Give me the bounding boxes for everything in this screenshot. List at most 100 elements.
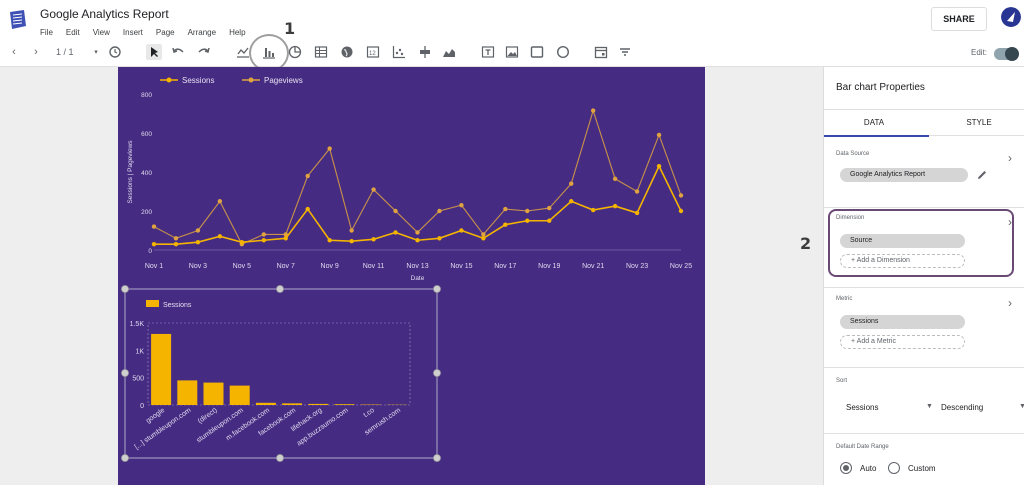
metric-chevron-icon[interactable]: › [1008, 296, 1012, 310]
data-studio-logo-icon[interactable] [8, 9, 28, 31]
y-tick-label: 0 [148, 248, 152, 255]
undo-icon[interactable] [170, 44, 186, 60]
time-series-chart[interactable]: Sessions Pageviews 0 200 400 600 800 Sessions |… [118, 67, 705, 292]
y-tick-label: 0 [140, 403, 144, 410]
date-custom-radio[interactable] [888, 462, 900, 474]
app-header: Google Analytics Report File Edit View I… [0, 0, 1024, 40]
data-point-pageviews [612, 176, 618, 182]
data-point-pageviews [305, 173, 310, 179]
profile-avatar[interactable] [1001, 7, 1021, 27]
bar-chart[interactable]: Sessions05001K1.5Kgoogle[...] stumbleupo… [118, 285, 458, 475]
menu-help[interactable]: Help [229, 28, 245, 37]
data-point-pageviews [151, 224, 157, 229]
redo-icon[interactable] [196, 44, 212, 60]
edit-pencil-icon[interactable] [976, 169, 988, 181]
menu-edit[interactable]: Edit [66, 28, 80, 37]
table-icon[interactable] [313, 44, 329, 60]
data-point-sessions [305, 206, 310, 212]
data-point-sessions [656, 163, 662, 169]
data-point-pageviews [393, 208, 398, 214]
bar [151, 333, 172, 405]
legend-marker-0 [166, 77, 172, 83]
sort-field-dropdown-icon[interactable]: ▼ [926, 403, 933, 410]
sort-field-select[interactable]: Sessions [846, 403, 878, 412]
scatter-chart-icon[interactable] [391, 44, 407, 60]
y-tick-label: 200 [141, 209, 152, 216]
x-tick-label: Nov 7 [277, 263, 295, 270]
pie-chart-icon[interactable] [287, 44, 303, 60]
data-point-pageviews [173, 236, 179, 241]
previous-page-icon[interactable]: ‹ [6, 44, 22, 60]
x-tick-label: Nov 5 [233, 263, 251, 270]
data-point-pageviews [678, 193, 684, 198]
step-1-label: 1 [284, 19, 296, 38]
bar [334, 404, 355, 405]
data-point-sessions [678, 208, 684, 214]
date-auto-radio[interactable] [840, 462, 852, 474]
data-point-pageviews [503, 206, 508, 212]
active-tab-indicator [824, 135, 929, 137]
data-source-chip[interactable]: Google Analytics Report [840, 168, 968, 182]
data-point-pageviews [195, 228, 201, 233]
history-icon[interactable] [107, 44, 123, 60]
report-page[interactable]: Sessions Pageviews 0 200 400 600 800 Sessions |… [118, 67, 705, 485]
add-metric-button[interactable]: + Add a Metric [840, 335, 965, 349]
divider [824, 367, 1024, 368]
data-point-pageviews [327, 146, 332, 151]
rectangle-icon[interactable] [529, 44, 545, 60]
scorecard-icon[interactable]: 12 [365, 44, 381, 60]
data-point-pageviews [481, 232, 486, 237]
bullet-chart-icon[interactable] [417, 44, 433, 60]
image-icon[interactable] [504, 44, 520, 60]
tab-data[interactable]: DATA [824, 118, 924, 127]
sort-order-select[interactable]: Descending [941, 403, 983, 412]
x-tick-label: Nov 23 [626, 263, 648, 270]
resize-handle [433, 454, 441, 462]
menu-arrange[interactable]: Arrange [188, 28, 216, 37]
date-custom-label: Custom [908, 464, 936, 473]
add-dimension-button[interactable]: + Add a Dimension [840, 254, 965, 268]
data-source-chevron-icon[interactable]: › [1008, 151, 1012, 165]
data-point-pageviews [261, 232, 266, 237]
resize-handle [121, 285, 129, 293]
svg-text:12: 12 [369, 51, 376, 57]
date-auto-label: Auto [860, 464, 877, 473]
divider [824, 287, 1024, 288]
x-tick-label: Nov 1 [145, 263, 163, 270]
menu-page[interactable]: Page [156, 28, 175, 37]
toggle-knob [1005, 47, 1019, 61]
dimension-chip[interactable]: Source [840, 234, 965, 248]
metric-chip[interactable]: Sessions [840, 315, 965, 329]
sort-order-dropdown-icon[interactable]: ▼ [1019, 403, 1024, 410]
dimension-chevron-icon[interactable]: › [1008, 215, 1012, 229]
select-cursor-icon[interactable] [146, 44, 162, 60]
report-title[interactable]: Google Analytics Report [40, 7, 169, 21]
menu-file[interactable]: File [40, 28, 53, 37]
page-indicator[interactable]: 1 / 1 [56, 47, 74, 57]
data-point-pageviews [634, 189, 640, 194]
y-tick-label: 400 [141, 170, 152, 177]
data-point-pageviews [371, 187, 376, 192]
legend-label: Sessions [163, 302, 192, 309]
tab-style[interactable]: STYLE [929, 118, 1024, 127]
data-point-sessions [371, 237, 376, 242]
edit-mode-toggle[interactable] [994, 47, 1019, 61]
next-page-icon[interactable]: › [28, 44, 44, 60]
x-tick-label: Nov 19 [538, 263, 560, 270]
circle-icon[interactable] [555, 44, 571, 60]
data-point-sessions [634, 210, 640, 216]
page-dropdown-icon[interactable]: ▾ [88, 44, 104, 60]
divider [824, 207, 1024, 208]
filter-control-icon[interactable] [617, 44, 633, 60]
x-tick-label: Nov 21 [582, 263, 604, 270]
geo-map-icon[interactable] [339, 44, 355, 60]
date-range-icon[interactable] [593, 44, 609, 60]
menu-insert[interactable]: Insert [123, 28, 143, 37]
menu-view[interactable]: View [93, 28, 110, 37]
text-icon[interactable] [480, 44, 496, 60]
metric-label: Metric [836, 296, 853, 302]
toolbar: ‹ › 1 / 1 ▾ 12 Edit: [0, 40, 1024, 67]
data-point-pageviews [569, 181, 574, 186]
area-chart-icon[interactable] [441, 44, 457, 60]
share-button[interactable]: SHARE [931, 7, 987, 31]
